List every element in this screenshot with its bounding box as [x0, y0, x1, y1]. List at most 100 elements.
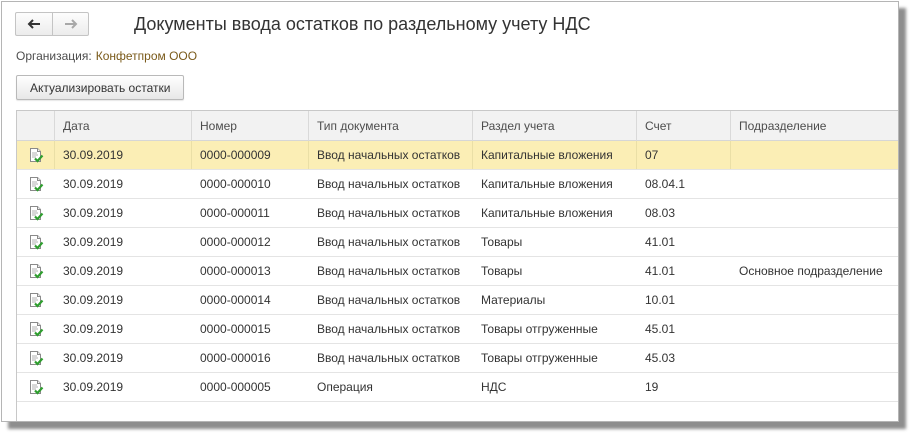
column-header-account[interactable]: Счет — [637, 111, 731, 141]
cell-section: Товары отгруженные — [481, 322, 598, 336]
cell-date: 30.09.2019 — [63, 380, 124, 394]
cell-date: 30.09.2019 — [63, 264, 124, 278]
table-row[interactable]: 30.09.2019 0000-000009 Ввод начальных оста… — [17, 141, 898, 170]
posted-document-icon — [29, 351, 43, 366]
cell-number: 0000-000011 — [200, 206, 270, 220]
cell-division — [731, 315, 898, 343]
posted-document-icon — [29, 148, 43, 163]
table-row[interactable]: 30.09.2019 0000-000010 Ввод начальных оста… — [17, 170, 898, 199]
posted-document-icon — [29, 235, 43, 250]
cell-account: 45.01 — [645, 322, 676, 336]
table-row[interactable]: 30.09.2019 0000-000012 Ввод начальных оста… — [17, 228, 898, 257]
table-row[interactable]: 30.09.2019 0000-000015 Ввод начальных оста… — [17, 315, 898, 344]
cell-account: 41.01 — [645, 235, 676, 249]
cell-section: Капитальные вложения — [481, 206, 613, 220]
cell-division — [731, 199, 898, 227]
row-status-cell — [17, 257, 55, 285]
row-status-cell — [17, 170, 55, 198]
cell-account: 45.03 — [645, 351, 676, 365]
cell-type: Ввод начальных остатков — [317, 235, 461, 249]
table-row[interactable]: 30.09.2019 0000-000014 Ввод начальных оста… — [17, 286, 898, 315]
cell-account: 08.03 — [645, 206, 676, 220]
column-header-number[interactable]: Номер — [192, 111, 309, 141]
cell-division — [731, 286, 898, 314]
cell-type: Ввод начальных остатков — [317, 264, 461, 278]
column-header-division[interactable]: Подразделение — [731, 111, 898, 141]
cell-account: 41.01 — [645, 264, 676, 278]
cell-date: 30.09.2019 — [63, 177, 124, 191]
cell-number: 0000-000012 — [200, 235, 271, 249]
cell-section: Товары — [481, 264, 523, 278]
posted-document-icon — [29, 264, 43, 279]
cell-type: Ввод начальных остатков — [317, 322, 461, 336]
cell-division: Основное подразделение — [739, 264, 883, 278]
cell-date: 30.09.2019 — [63, 322, 124, 336]
cell-type: Ввод начальных остатков — [317, 293, 461, 307]
organization-line: Организация: Конфетпром ООО — [16, 49, 197, 63]
row-status-cell — [17, 315, 55, 343]
cell-account: 07 — [637, 141, 731, 169]
cell-number: 0000-000009 — [192, 141, 309, 169]
posted-document-icon — [29, 206, 43, 221]
cell-number: 0000-000005 — [200, 380, 271, 394]
row-status-cell — [17, 228, 55, 256]
posted-document-icon — [29, 293, 43, 308]
row-status-cell — [17, 344, 55, 372]
table-body: 30.09.2019 0000-000009 Ввод начальных оста… — [17, 141, 898, 402]
table-header: Дата Номер Тип документа Раздел учета Сч… — [17, 111, 898, 141]
documents-table: Дата Номер Тип документа Раздел учета Сч… — [16, 110, 898, 421]
row-status-cell — [17, 199, 55, 227]
cell-division — [731, 170, 898, 198]
cell-section: Товары отгруженные — [481, 351, 598, 365]
column-header-icon[interactable] — [17, 111, 55, 141]
column-header-date[interactable]: Дата — [55, 111, 192, 141]
table-row[interactable]: 30.09.2019 0000-000013 Ввод начальных оста… — [17, 257, 898, 286]
table-row[interactable]: 30.09.2019 0000-000005 Операция НДС 19 — [17, 373, 898, 402]
navigation-buttons — [15, 12, 89, 36]
posted-document-icon — [29, 322, 43, 337]
cell-account: 10.01 — [645, 293, 676, 307]
column-header-section[interactable]: Раздел учета — [473, 111, 637, 141]
cell-date: 30.09.2019 — [63, 351, 124, 365]
forward-button[interactable] — [52, 13, 88, 35]
cell-type: Операция — [317, 380, 373, 394]
cell-date: 30.09.2019 — [63, 235, 124, 249]
table-row[interactable]: 30.09.2019 0000-000011 Ввод начальных оста… — [17, 199, 898, 228]
document-list-window: Документы ввода остатков по раздельному … — [1, 1, 899, 422]
cell-number: 0000-000010 — [200, 177, 271, 191]
back-button[interactable] — [16, 13, 52, 35]
cell-section: Товары — [481, 235, 523, 249]
page-title: Документы ввода остатков по раздельному … — [134, 14, 591, 34]
organization-label: Организация: — [16, 49, 92, 63]
cell-type: Ввод начальных остатков — [309, 141, 473, 169]
cell-account: 08.04.1 — [645, 177, 686, 191]
organization-link[interactable]: Конфетпром ООО — [96, 49, 197, 63]
cell-division — [731, 141, 898, 169]
row-status-cell — [17, 373, 55, 401]
cell-number: 0000-000013 — [200, 264, 271, 278]
row-status-cell — [17, 141, 55, 169]
cell-section: НДС — [481, 380, 507, 394]
arrow-right-icon — [64, 19, 77, 29]
cell-section: Капитальные вложения — [473, 141, 637, 169]
cell-number: 0000-000016 — [200, 351, 271, 365]
table-row[interactable]: 30.09.2019 0000-000016 Ввод начальных оста… — [17, 344, 898, 373]
cell-number: 0000-000014 — [200, 293, 271, 307]
column-header-type[interactable]: Тип документа — [309, 111, 473, 141]
cell-number: 0000-000015 — [200, 322, 271, 336]
refresh-balances-button[interactable]: Актуализировать остатки — [16, 75, 185, 100]
cell-division — [731, 228, 898, 256]
arrow-left-icon — [27, 19, 40, 29]
cell-section: Капитальные вложения — [481, 177, 613, 191]
cell-type: Ввод начальных остатков — [317, 177, 461, 191]
row-status-cell — [17, 286, 55, 314]
cell-type: Ввод начальных остатков — [317, 206, 461, 220]
cell-section: Материалы — [481, 293, 546, 307]
cell-division — [731, 344, 898, 372]
posted-document-icon — [29, 380, 43, 395]
cell-date: 30.09.2019 — [63, 293, 124, 307]
cell-division — [731, 373, 898, 401]
cell-type: Ввод начальных остатков — [317, 351, 461, 365]
posted-document-icon — [29, 177, 43, 192]
cell-date: 30.09.2019 — [55, 141, 192, 169]
